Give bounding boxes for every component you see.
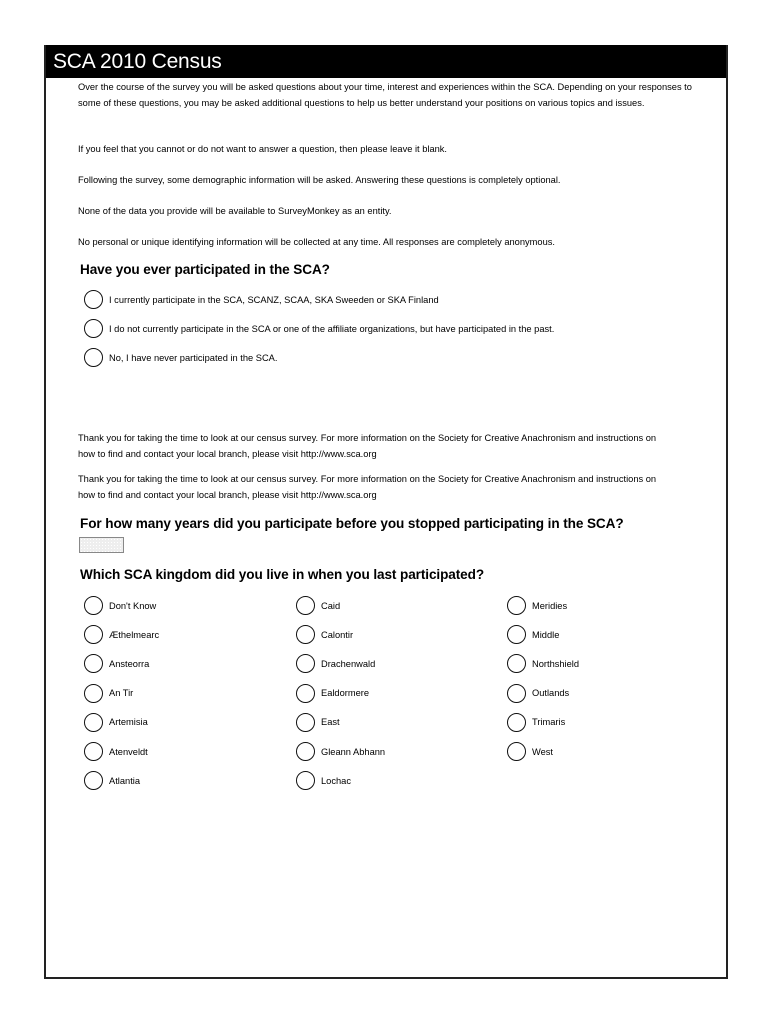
thank-you-message: Thank you for taking the time to look at… [78, 431, 656, 463]
option-label: Northshield [532, 658, 580, 669]
intro-paragraph: If you feel that you cannot or do not wa… [78, 144, 448, 154]
option-label: Middle [532, 629, 560, 640]
option-label: I currently participate in the SCA, SCAN… [109, 294, 439, 305]
question-participated: Have you ever participated in the SCA? [80, 261, 330, 277]
thank-you-line: how to find and contact your local branc… [78, 489, 377, 500]
option-label: Gleann Abhann [321, 746, 386, 757]
option-never-participated[interactable]: No, I have never participated in the SCA… [84, 348, 277, 367]
survey-page: SCA 2010 Census Over the course of the s… [44, 45, 728, 979]
option-label: Outlands [532, 688, 570, 699]
intro-paragraph: No personal or unique identifying inform… [78, 237, 555, 247]
radio-button[interactable] [296, 625, 315, 645]
kingdom-option[interactable]: An Tir [84, 683, 134, 703]
thank-you-line: Thank you for taking the time to look at… [78, 433, 657, 443]
radio-button[interactable] [84, 712, 103, 732]
radio-button[interactable] [507, 712, 526, 732]
kingdom-option[interactable]: Trimaris [507, 712, 566, 732]
kingdom-option[interactable]: Northshield [507, 654, 580, 674]
option-participated-past[interactable]: I do not currently participate in the SC… [84, 319, 554, 338]
kingdom-option[interactable]: Atlantia [84, 771, 141, 791]
kingdom-option[interactable]: Artemisia [84, 712, 148, 732]
radio-button[interactable] [296, 596, 315, 615]
kingdom-option[interactable]: Ansteorra [84, 654, 150, 674]
option-currently-participate[interactable]: I currently participate in the SCA, SCAN… [84, 290, 439, 309]
intro-paragraph: None of the data you provide will be ava… [78, 206, 392, 216]
radio-button[interactable] [507, 596, 526, 615]
option-label: Calontir [321, 629, 354, 640]
thank-you-line: Thank you for taking the time to look at… [78, 474, 657, 484]
option-label: Ealdormere [321, 688, 370, 699]
radio-button[interactable] [296, 683, 315, 703]
option-label: Meridies [532, 600, 568, 611]
option-label: Æthelmearc [109, 629, 160, 640]
kingdom-option[interactable]: Outlands [507, 683, 570, 703]
radio-button[interactable] [84, 742, 103, 761]
kingdom-option[interactable]: Meridies [507, 596, 567, 615]
kingdom-option[interactable]: Drachenwald [296, 654, 376, 674]
option-label: Lochac [321, 775, 351, 786]
radio-button[interactable] [84, 625, 103, 645]
option-label: Drachenwald [321, 658, 376, 669]
intro-paragraph: Following the survey, some demographic i… [78, 175, 561, 185]
option-label: Atenveldt [109, 746, 148, 757]
radio-button[interactable] [507, 683, 526, 703]
radio-button[interactable] [507, 625, 526, 645]
page-header: SCA 2010 Census [46, 45, 726, 78]
option-label: Artemisia [109, 717, 148, 728]
thank-you-line: how to find and contact your local branc… [78, 448, 377, 459]
radio-button[interactable] [84, 596, 103, 615]
option-label: West [532, 746, 554, 757]
option-label: East [321, 717, 340, 728]
option-label: Don't Know [109, 600, 157, 611]
radio-button[interactable] [84, 683, 103, 703]
kingdom-option[interactable]: Caid [296, 596, 340, 615]
radio-button[interactable] [296, 712, 315, 732]
intro-paragraph: Over the course of the survey you will b… [78, 82, 692, 108]
radio-button[interactable] [507, 654, 526, 674]
radio-button[interactable] [296, 654, 315, 674]
option-label: Caid [321, 600, 341, 611]
kingdom-option[interactable]: Don't Know [84, 596, 156, 615]
kingdom-option[interactable]: Middle [507, 625, 560, 645]
kingdom-option[interactable]: Calontir [296, 625, 354, 645]
kingdom-option[interactable]: Ealdormere [296, 683, 370, 703]
page-title: SCA 2010 Census [53, 50, 222, 73]
kingdom-option[interactable]: Æthelmearc [84, 625, 160, 645]
kingdom-option[interactable]: Lochac [296, 771, 351, 791]
question-kingdom: Which SCA kingdom did you live in when y… [80, 566, 485, 582]
option-label: No, I have never participated in the SCA… [109, 352, 278, 363]
radio-button[interactable] [84, 290, 103, 309]
kingdom-option[interactable]: West [507, 742, 553, 761]
option-label: An Tir [109, 688, 134, 699]
radio-button[interactable] [84, 654, 103, 674]
radio-button[interactable] [84, 771, 103, 791]
radio-button[interactable] [296, 742, 315, 761]
kingdom-option[interactable]: Gleann Abhann [296, 742, 385, 761]
kingdom-option[interactable]: Atenveldt [84, 742, 148, 761]
radio-button[interactable] [84, 319, 103, 338]
option-label: Atlantia [109, 775, 141, 786]
kingdom-option[interactable]: East [296, 712, 340, 732]
option-label: I do not currently participate in the SC… [109, 323, 555, 334]
radio-button[interactable] [296, 771, 315, 791]
thank-you-message: Thank you for taking the time to look at… [78, 472, 656, 504]
option-label: Trimaris [532, 717, 566, 728]
option-label: Ansteorra [109, 658, 150, 669]
radio-button[interactable] [507, 742, 526, 761]
years-input[interactable] [79, 537, 124, 553]
radio-button[interactable] [84, 348, 103, 367]
question-years-participated: For how many years did you participate b… [80, 515, 624, 531]
